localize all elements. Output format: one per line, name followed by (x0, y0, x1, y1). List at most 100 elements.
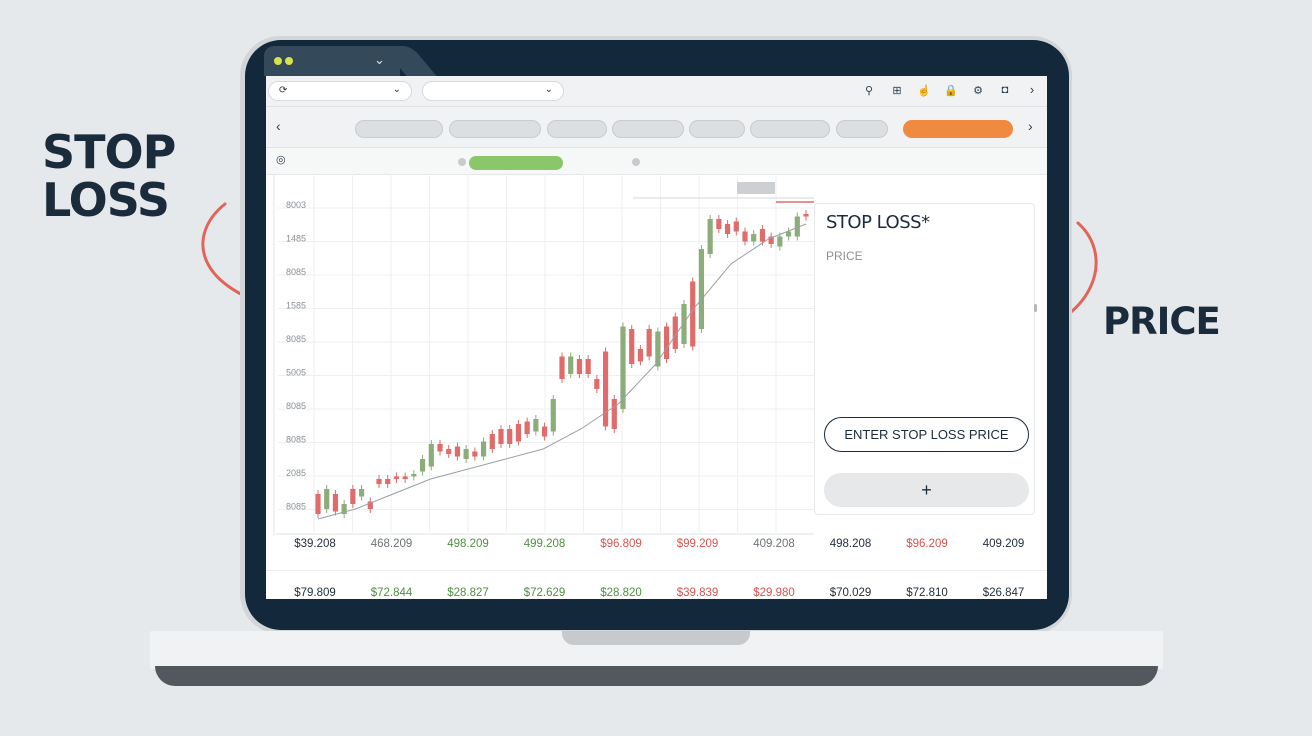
chevron-down-icon[interactable]: ⌄ (393, 84, 401, 95)
candle (358, 489, 365, 497)
candle (332, 494, 339, 512)
search-field[interactable]: ⌄ (422, 81, 564, 101)
candle (324, 489, 330, 509)
candle (759, 229, 766, 242)
back-chevron-icon[interactable]: ‹ (276, 118, 281, 134)
candle (594, 379, 600, 389)
candle (568, 356, 574, 374)
candle (437, 444, 443, 452)
price-marker (737, 182, 775, 194)
price-callout: PRICE (1103, 300, 1221, 343)
window-dot-1[interactable] (274, 57, 282, 65)
candle (690, 281, 696, 347)
price-cell: $99.209 (676, 538, 719, 550)
candle (350, 489, 356, 504)
refresh-icon[interactable]: ⟳ (279, 85, 287, 96)
price-cell: 498.209 (447, 538, 489, 550)
candle (498, 429, 504, 444)
price-cell: $70.029 (829, 587, 872, 599)
toolbar-tab-4[interactable] (612, 120, 684, 138)
active-timeframe-pill[interactable] (469, 156, 563, 170)
settings-icon[interactable]: ◎ (276, 153, 286, 166)
timeframe-dot[interactable] (458, 158, 466, 166)
price-cell: $96.809 (600, 538, 642, 550)
price-cell: $29.980 (753, 587, 795, 599)
price-cell: $96.209 (906, 538, 948, 550)
candle (507, 429, 513, 444)
candle (428, 444, 434, 467)
candle (585, 359, 591, 374)
toolbar: ‹ › (266, 107, 1047, 148)
enter-stop-loss-price-button[interactable]: ENTER STOP LOSS PRICE (824, 417, 1029, 452)
candle (576, 359, 583, 374)
price-field-label: PRICE (826, 249, 863, 263)
price-cell: $72.844 (370, 587, 413, 599)
toolbar-tab-3[interactable] (547, 120, 607, 138)
price-cell: $79.809 (294, 587, 336, 599)
price-cell: 499.208 (523, 538, 566, 550)
y-tick-label: 1485 (286, 234, 306, 244)
price-cell: $28.827 (447, 587, 489, 599)
laptop-base-edge (155, 666, 1158, 686)
candle (550, 399, 556, 432)
window-dot-2[interactable] (285, 57, 293, 65)
tab-chevron-icon[interactable]: ⌄ (374, 52, 385, 68)
forward-chevron-icon[interactable]: › (1028, 118, 1033, 134)
timeframe-dot[interactable] (632, 158, 640, 166)
candlestick-chart[interactable]: 8003 1485 8085 1585 8085 5005 8085 8085 2085 8085 (266, 174, 814, 536)
candle (489, 434, 495, 449)
candle (777, 236, 783, 247)
pin-icon[interactable]: ⚲ (862, 84, 876, 97)
price-cell: 468.209 (370, 538, 413, 550)
action-button[interactable] (903, 120, 1013, 138)
y-tick-label: 8085 (286, 435, 306, 445)
grid-icon[interactable]: ⊞ (890, 84, 904, 97)
row-divider (266, 570, 1047, 571)
toolbar-tab-1[interactable] (355, 120, 443, 138)
candle (637, 349, 644, 362)
toolbar-tab-5[interactable] (689, 120, 745, 138)
toolbar-tab-7[interactable] (836, 120, 888, 138)
y-tick-label: 5005 (286, 368, 306, 378)
timeframe-bar: ◎ (266, 148, 1047, 175)
address-field[interactable]: ⟳ ⌄ (268, 81, 412, 101)
candle (681, 304, 687, 344)
candle (733, 221, 739, 232)
laptop-notch (562, 631, 750, 645)
chevron-right-icon[interactable]: › (1025, 82, 1039, 97)
candle (454, 446, 461, 457)
gear-icon[interactable]: ⚙ (971, 84, 985, 97)
y-tick-label: 8085 (286, 401, 306, 411)
price-cell: $26.847 (982, 587, 1025, 599)
price-cell: $72.810 (906, 587, 948, 599)
candle (515, 424, 522, 442)
candle (707, 219, 713, 254)
camera-icon[interactable]: ◘ (998, 84, 1012, 96)
panel-scrollbar[interactable] (1034, 304, 1037, 312)
chevron-down-icon[interactable]: ⌄ (545, 84, 553, 95)
stop-loss-panel: STOP LOSS* PRICE ENTER STOP LOSS PRICE + (814, 203, 1035, 515)
app-screen: ⟳ ⌄ ⌄ ⚲ ⊞ ☝ 🔒 ⚙ ◘ › ‹ › ◎ 8003 1485 8085 15… (266, 76, 1047, 599)
y-tick-label: 8085 (286, 267, 306, 277)
price-cell: $28.820 (600, 587, 642, 599)
candle (541, 426, 548, 437)
add-button[interactable]: + (824, 473, 1029, 507)
hand-icon[interactable]: ☝ (917, 84, 931, 97)
candle (803, 214, 809, 217)
price-cell: $72.629 (523, 587, 566, 599)
price-cell: 409.209 (982, 538, 1025, 550)
toolbar-tab-2[interactable] (449, 120, 541, 138)
price-row: $39.208 468.209 498.209 499.208 $96.809 $99.2… (266, 538, 1047, 556)
candle (480, 441, 487, 457)
candle (724, 224, 731, 234)
y-tick-label: 1585 (286, 301, 306, 311)
lock-icon[interactable]: 🔒 (944, 84, 958, 97)
stop-loss-title: STOP LOSS* (826, 212, 930, 233)
candle (446, 449, 452, 454)
candle (559, 356, 565, 379)
y-tick-label: 8003 (286, 200, 306, 210)
candle (411, 474, 417, 477)
y-tick-label: 2085 (286, 468, 306, 478)
toolbar-tab-6[interactable] (750, 120, 830, 138)
candle (419, 459, 426, 472)
